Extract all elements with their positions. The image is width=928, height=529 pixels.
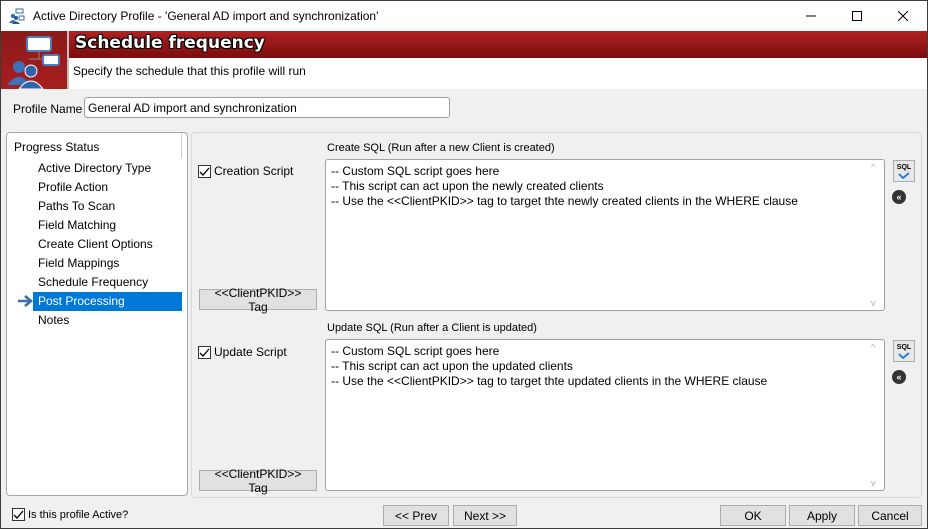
title-bar: Active Directory Profile - 'General AD i… bbox=[1, 1, 927, 31]
page-title: Schedule frequency bbox=[75, 33, 265, 53]
update-sql-text[interactable]: -- Custom SQL script goes here -- This s… bbox=[331, 344, 767, 389]
step-field-mappings[interactable]: Field Mappings bbox=[33, 254, 182, 273]
step-profile-action[interactable]: Profile Action bbox=[33, 178, 182, 197]
apply-button[interactable]: Apply bbox=[789, 505, 855, 526]
update-sql-scrollbar[interactable]: ^ v bbox=[867, 340, 884, 490]
current-step-arrow-icon bbox=[18, 295, 33, 307]
create-sql-editor[interactable]: -- Custom SQL script goes here -- This s… bbox=[325, 159, 885, 311]
step-schedule-frequency[interactable]: Schedule Frequency bbox=[33, 273, 182, 292]
update-sql-label: Update SQL (Run after a Client is update… bbox=[327, 322, 537, 334]
step-paths-to-scan[interactable]: Paths To Scan bbox=[33, 197, 182, 216]
prev-button[interactable]: << Prev bbox=[383, 505, 449, 526]
close-icon bbox=[898, 11, 908, 21]
scroll-down-icon[interactable]: v bbox=[871, 478, 876, 488]
profile-active-label: Is this profile Active? bbox=[28, 508, 129, 521]
progress-status-title: Progress Status bbox=[14, 140, 100, 154]
minimize-button[interactable] bbox=[788, 1, 834, 31]
update-script-checkbox[interactable]: Update Script bbox=[198, 345, 287, 359]
update-sql-editor[interactable]: -- Custom SQL script goes here -- This s… bbox=[325, 339, 885, 491]
create-sql-validate-button[interactable]: SQL bbox=[893, 160, 915, 182]
step-post-processing[interactable]: Post Processing bbox=[33, 292, 182, 311]
page-subtitle: Specify the schedule that this profile w… bbox=[73, 64, 306, 78]
check-icon bbox=[898, 351, 910, 359]
profile-active-checkbox[interactable]: Is this profile Active? bbox=[12, 508, 128, 521]
step-create-client-options[interactable]: Create Client Options bbox=[33, 235, 182, 254]
profile-name-input[interactable] bbox=[84, 97, 450, 118]
app-icon bbox=[9, 8, 25, 24]
user-hierarchy-icon bbox=[7, 36, 60, 90]
create-sql-scrollbar[interactable]: ^ v bbox=[867, 160, 884, 310]
scroll-up-icon[interactable]: ^ bbox=[871, 342, 875, 352]
close-button[interactable] bbox=[880, 1, 926, 31]
maximize-icon bbox=[852, 11, 862, 21]
step-notes[interactable]: Notes bbox=[33, 311, 182, 330]
step-active-directory-type[interactable]: Active Directory Type bbox=[33, 159, 182, 178]
wizard-header: Schedule frequency Specify the schedule … bbox=[1, 31, 927, 90]
create-clientpkid-tag-button[interactable]: <<ClientPKID>> Tag bbox=[199, 286, 317, 314]
step-field-matching[interactable]: Field Matching bbox=[33, 216, 182, 235]
update-clientpkid-tag-button[interactable]: <<ClientPKID>> Tag bbox=[199, 467, 317, 495]
sql-icon: SQL bbox=[896, 163, 912, 171]
checkbox-checked-icon bbox=[198, 345, 211, 359]
progress-status-panel: Progress Status Active Directory Type Pr… bbox=[6, 132, 188, 496]
create-collapse-button[interactable]: « bbox=[892, 190, 906, 204]
creation-script-checkbox[interactable]: Creation Script bbox=[198, 164, 293, 178]
profile-name-label: Profile Name bbox=[13, 102, 83, 116]
ok-button[interactable]: OK bbox=[720, 505, 786, 526]
dialog-window: Active Directory Profile - 'General AD i… bbox=[0, 0, 928, 529]
divider bbox=[181, 133, 182, 158]
create-sql-label: Create SQL (Run after a new Client is cr… bbox=[327, 142, 555, 154]
update-script-label: Update Script bbox=[214, 345, 287, 359]
scroll-up-icon[interactable]: ^ bbox=[871, 162, 875, 172]
check-icon bbox=[898, 171, 910, 179]
scroll-down-icon[interactable]: v bbox=[871, 298, 876, 308]
checkbox-checked-icon bbox=[198, 164, 211, 178]
sql-icon: SQL bbox=[896, 343, 912, 351]
next-button[interactable]: Next >> bbox=[453, 505, 517, 526]
update-collapse-button[interactable]: « bbox=[892, 370, 906, 384]
create-sql-text[interactable]: -- Custom SQL script goes here -- This s… bbox=[331, 164, 798, 209]
maximize-button[interactable] bbox=[834, 1, 880, 31]
cancel-button[interactable]: Cancel bbox=[858, 505, 922, 526]
checkbox-checked-icon bbox=[12, 508, 25, 521]
creation-script-label: Creation Script bbox=[214, 164, 294, 178]
progress-steps-list: Active Directory Type Profile Action Pat… bbox=[33, 159, 182, 330]
profile-logo bbox=[1, 31, 69, 90]
minimize-icon bbox=[806, 15, 816, 17]
window-title: Active Directory Profile - 'General AD i… bbox=[33, 9, 379, 23]
update-sql-validate-button[interactable]: SQL bbox=[893, 340, 915, 362]
